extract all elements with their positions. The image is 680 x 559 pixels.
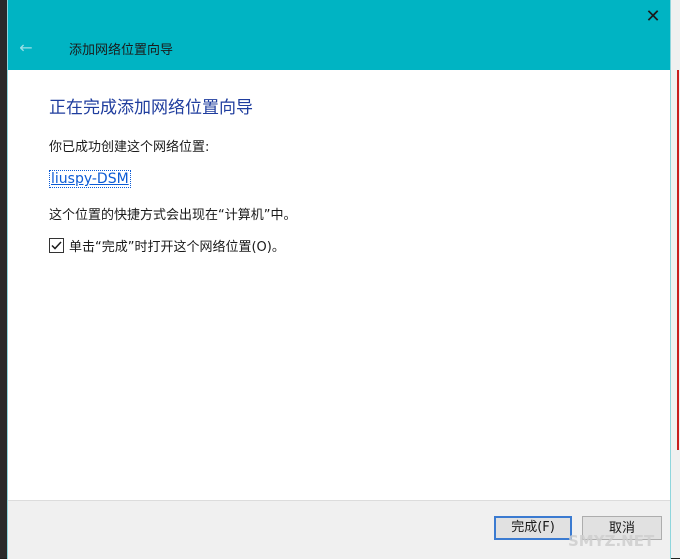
window-title: 添加网络位置向导 (69, 43, 174, 58)
success-message: 你已成功创建这个网络位置: (49, 140, 210, 155)
background-window-left (0, 0, 8, 558)
finish-button[interactable]: 完成(F) (494, 516, 572, 540)
open-location-label: 单击“完成”时打开这个网络位置(O)。 (69, 239, 285, 255)
watermark: SMYZ.NET (568, 532, 655, 550)
open-location-option[interactable]: 单击“完成”时打开这个网络位置(O)。 (49, 236, 285, 255)
close-button[interactable]: ✕ (642, 6, 664, 28)
background-red-line (677, 70, 679, 450)
wizard-content: 正在完成添加网络位置向导 你已成功创建这个网络位置: liuspy-DSM 这个… (8, 70, 670, 500)
open-location-checkbox[interactable] (49, 237, 64, 253)
shortcut-message: 这个位置的快捷方式会出现在“计算机”中。 (49, 208, 297, 223)
button-bar: 完成(F) 取消 (8, 500, 670, 559)
back-button[interactable]: ← (14, 38, 38, 58)
add-network-location-dialog: ← 添加网络位置向导 ✕ 正在完成添加网络位置向导 你已成功创建这个网络位置: … (8, 0, 670, 559)
network-location-link[interactable]: liuspy-DSM (49, 170, 131, 188)
checkmark-icon (51, 240, 62, 250)
back-arrow-icon: ← (19, 38, 33, 57)
background-window-right (670, 0, 680, 558)
page-heading: 正在完成添加网络位置向导 (49, 98, 253, 118)
close-icon: ✕ (645, 6, 661, 27)
title-bar: ← 添加网络位置向导 ✕ (8, 0, 670, 70)
